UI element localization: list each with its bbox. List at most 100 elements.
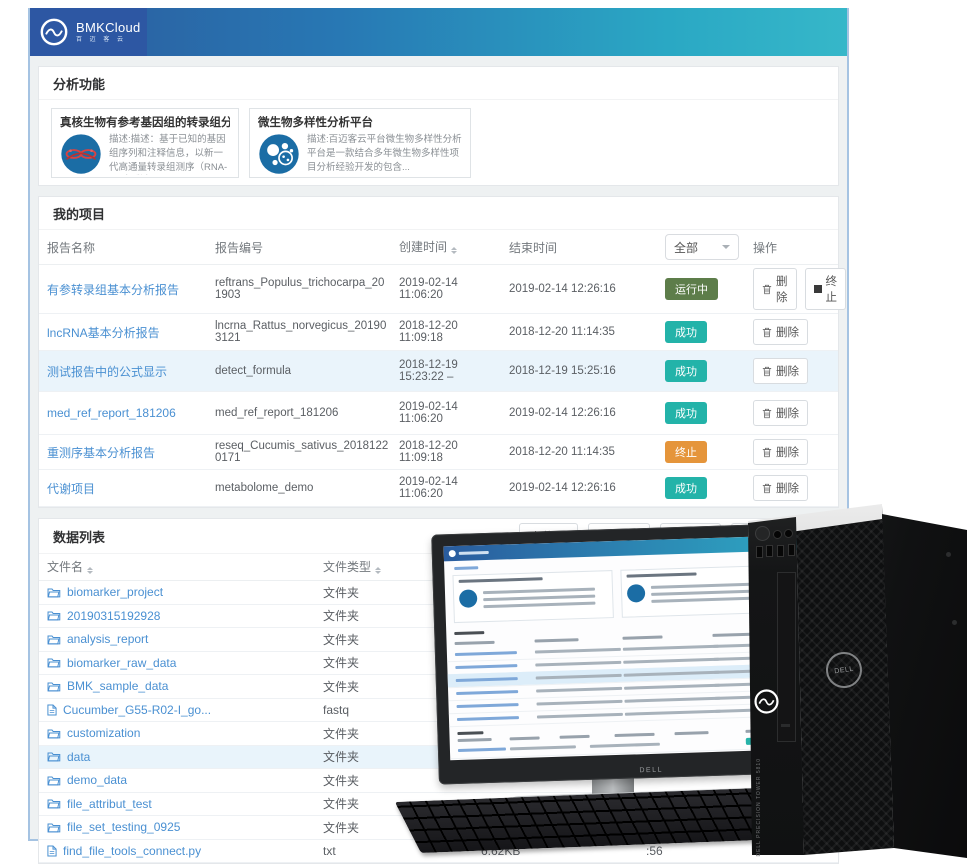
status-cell: 运行中	[665, 278, 753, 300]
terminate-button[interactable]: 终止	[805, 268, 847, 310]
usb-port-icon	[788, 544, 795, 556]
brand-logo: BMKCloud 百 迈 客 云	[30, 8, 147, 56]
mini-ui-element	[458, 747, 506, 752]
project-name-link[interactable]: 测试报告中的公式显示	[47, 363, 215, 380]
analysis-panel: 分析功能 真核生物有参考基因组的转录组分析平台	[38, 66, 839, 186]
delete-button[interactable]: 删除	[753, 475, 808, 501]
project-actions: 删除终止	[753, 268, 846, 310]
status-filter-dropdown[interactable]: 全部	[665, 234, 739, 260]
project-ended: 2019-02-14 12:26:16	[509, 283, 665, 295]
project-actions: 删除	[753, 439, 832, 465]
audio-jack-icon	[784, 529, 793, 538]
status-filter-cell: 全部	[665, 234, 753, 260]
project-code: detect_formula	[215, 365, 399, 377]
projects-panel: 我的项目 报告名称 报告编号 创建时间 结束时间 全部 操作 有参转录组基本分析…	[38, 196, 839, 508]
project-created: 2019-02-14 11:06:20	[399, 401, 509, 425]
mini-ui-element	[624, 697, 720, 703]
trash-icon	[762, 447, 772, 458]
files-title: 数据列表	[53, 527, 105, 546]
delete-button[interactable]: 删除	[753, 319, 808, 345]
project-ended: 2019-02-14 12:26:16	[509, 482, 665, 494]
project-code: reftrans_Populus_trichocarpa_201903	[215, 277, 399, 301]
mini-ui-element	[457, 731, 483, 735]
screw-icon	[946, 552, 951, 557]
status-badge: 成功	[665, 360, 707, 382]
project-created: 2018-12-20 11:09:18	[399, 440, 509, 464]
app-header: BMKCloud 百 迈 客 云	[30, 8, 847, 56]
mini-ui-element	[535, 638, 579, 642]
mini-ui-element	[624, 684, 720, 690]
folder-icon	[47, 728, 61, 739]
project-code: metabolome_demo	[215, 482, 399, 494]
card-microbe-platform[interactable]: 微生物多样性分析平台 描述:百迈客云平	[249, 108, 471, 178]
card-title: 微生物多样性分析平台	[258, 114, 462, 130]
brand-subtitle: 百 迈 客 云	[76, 37, 141, 43]
file-name-link[interactable]: analysis_report	[47, 632, 323, 646]
card-rnaseq-platform[interactable]: 真核生物有参考基因组的转录组分析平台 描述:描述：基于已知的基因组序列和	[51, 108, 239, 178]
delete-button[interactable]: 删除	[753, 358, 808, 384]
tower-model-label: DELL PRECISION TOWER 5810	[756, 758, 762, 857]
file-name-link[interactable]: data	[47, 750, 323, 764]
usb-port-icon	[756, 546, 763, 558]
project-ended: 2018-12-19 15:25:16	[509, 365, 665, 377]
trash-icon	[762, 366, 772, 377]
project-code: reseq_Cucumis_sativus_20181220171	[215, 440, 399, 464]
file-name-link[interactable]: Cucumber_G55-R02-I_go...	[47, 703, 323, 717]
mini-ui-element	[510, 745, 576, 750]
delete-button[interactable]: 删除	[753, 400, 808, 426]
folder-icon	[47, 681, 61, 692]
mini-ui-element	[623, 658, 719, 664]
col-created[interactable]: 创建时间	[399, 238, 509, 257]
project-name-link[interactable]: med_ref_report_181206	[47, 406, 215, 420]
trash-icon	[762, 408, 772, 419]
rnaseq-platform-icon	[60, 133, 102, 175]
folder-icon	[47, 587, 61, 598]
analysis-cards: 真核生物有参考基因组的转录组分析平台 描述:描述：基于已知的基因组序列和	[39, 100, 838, 186]
card-title: 真核生物有参考基因组的转录组分析平台	[60, 114, 230, 130]
bmk-swirl-icon	[39, 17, 69, 47]
col-file-name[interactable]: 文件名	[47, 558, 323, 577]
file-name-link[interactable]: file_set_testing_0925	[47, 820, 323, 834]
folder-icon	[47, 610, 61, 621]
trash-icon	[762, 483, 772, 494]
file-name-link[interactable]: biomarker_project	[47, 585, 323, 599]
status-badge: 终止	[665, 441, 707, 463]
project-row: 重测序基本分析报告reseq_Cucumis_sativus_201812201…	[39, 435, 838, 470]
mini-ui-element	[560, 735, 590, 739]
project-actions: 删除	[753, 358, 832, 384]
project-created: 2018-12-19 15:23:22 –	[399, 359, 509, 383]
mini-ui-element	[455, 651, 517, 656]
file-name-link[interactable]: customization	[47, 726, 323, 740]
mini-ui-element	[615, 733, 655, 737]
file-name-link[interactable]: biomarker_raw_data	[47, 656, 323, 670]
project-name-link[interactable]: 代谢项目	[47, 480, 215, 497]
delete-button[interactable]: 删除	[753, 439, 808, 465]
project-ended: 2019-02-14 12:26:16	[509, 407, 665, 419]
delete-button[interactable]: 删除	[753, 268, 797, 310]
mini-ui-element	[536, 687, 622, 693]
status-cell: 成功	[665, 321, 753, 343]
microbe-platform-icon	[258, 133, 300, 175]
mini-ui-element	[454, 631, 484, 635]
screw-icon	[952, 620, 957, 625]
mini-ui-element	[457, 716, 519, 721]
project-name-link[interactable]: lncRNA基本分析报告	[47, 324, 215, 341]
file-name-link[interactable]: BMK_sample_data	[47, 679, 323, 693]
project-name-link[interactable]: 重测序基本分析报告	[47, 444, 215, 461]
project-created: 2019-02-14 11:06:20	[399, 277, 509, 301]
file-name-link[interactable]: find_file_tools_connect.py	[47, 844, 323, 858]
project-actions: 删除	[753, 475, 832, 501]
stop-icon	[814, 285, 822, 293]
mini-ui-element	[537, 713, 623, 719]
project-name-link[interactable]: 有参转录组基本分析报告	[47, 281, 215, 298]
trash-icon	[762, 284, 772, 295]
file-name-link[interactable]: file_attribut_test	[47, 797, 323, 811]
file-name-link[interactable]: demo_data	[47, 773, 323, 787]
mini-ui-element	[625, 710, 721, 716]
file-name-link[interactable]: 20190315192928	[47, 609, 323, 623]
project-row: 测试报告中的公式显示detect_formula2018-12-19 15:23…	[39, 351, 838, 392]
sort-icon	[451, 244, 457, 257]
mini-ui-element	[622, 636, 662, 640]
status-cell: 成功	[665, 360, 753, 382]
folder-icon	[47, 657, 61, 668]
